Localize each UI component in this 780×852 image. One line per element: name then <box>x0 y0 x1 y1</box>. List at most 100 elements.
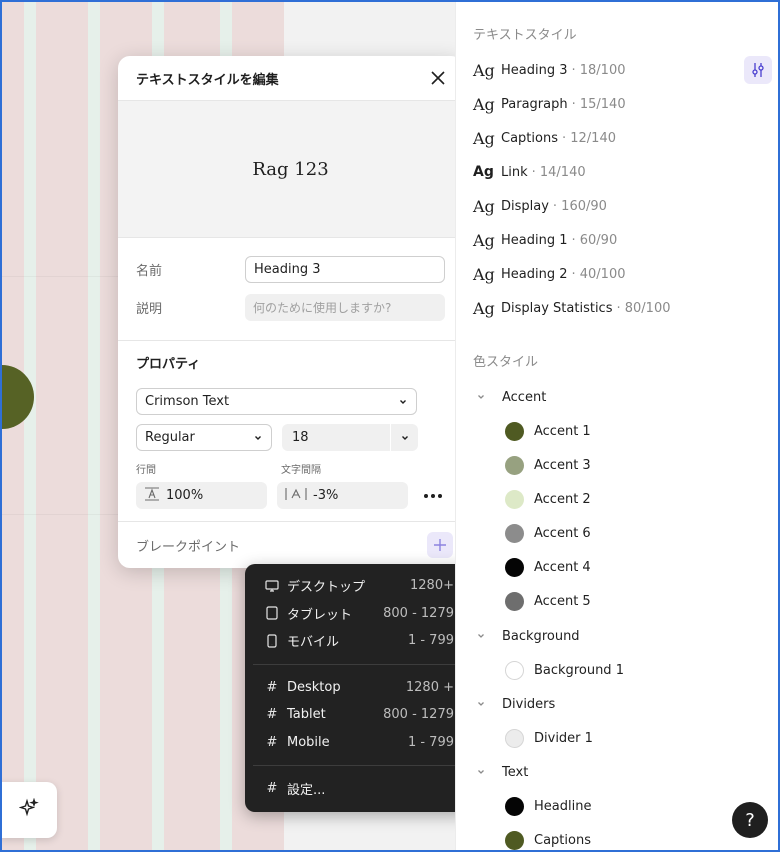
menu-item-mobile-device[interactable]: モバイル 1 - 799 <box>245 627 472 655</box>
text-style-item[interactable]: Ag Heading 2 · 40/100 <box>473 257 626 291</box>
name-field[interactable]: Heading 3 <box>245 256 445 283</box>
font-size-dropdown-button[interactable] <box>390 424 418 451</box>
color-style-item[interactable]: Accent 6 <box>505 521 591 545</box>
menu-separator <box>253 663 464 665</box>
color-style-item[interactable]: Captions <box>505 828 591 852</box>
chevron-down-icon <box>255 435 261 440</box>
color-swatch <box>505 455 524 475</box>
color-swatch <box>505 660 524 680</box>
type-sample-icon: Ag <box>473 94 495 114</box>
text-style-spec: · 12/140 <box>561 130 616 146</box>
text-style-item[interactable]: Ag Heading 1 · 60/90 <box>473 223 617 257</box>
breakpoints-row: ブレークポイント <box>118 522 463 568</box>
breakpoints-label: ブレークポイント <box>136 539 241 555</box>
styles-panel: テキストスタイル Ag Heading 3 · 18/100 Ag Paragr… <box>455 0 780 852</box>
text-style-name: Heading 1 <box>501 232 568 248</box>
menu-item-range: 800 - 1279 <box>383 707 454 723</box>
text-styles-title: テキストスタイル <box>473 28 577 43</box>
color-swatch <box>505 489 524 509</box>
properties-section: プロパティ Crimson Text Regular 18 行間 文字間隔 10… <box>118 341 463 522</box>
color-group-label: Dividers <box>502 696 556 712</box>
more-dot <box>437 493 442 498</box>
description-field[interactable]: 何のために使用しますか? <box>245 294 445 321</box>
color-group-background[interactable]: Background <box>476 624 580 648</box>
font-weight-select[interactable]: Regular <box>136 424 272 451</box>
text-style-item[interactable]: Ag Heading 3 · 18/100 <box>473 53 626 87</box>
menu-item-label: デスクトップ <box>287 580 366 596</box>
menu-item-tablet-custom[interactable]: # Tablet 800 - 1279 <box>245 701 472 729</box>
font-family-select[interactable]: Crimson Text <box>136 388 417 415</box>
style-settings-button[interactable] <box>744 56 772 84</box>
font-family-value: Crimson Text <box>145 394 230 409</box>
type-sample-icon: Ag <box>473 196 495 216</box>
letter-spacing-field[interactable]: -3% <box>277 482 409 509</box>
color-group-dividers[interactable]: Dividers <box>476 692 555 716</box>
color-group-text[interactable]: Text <box>476 760 528 784</box>
menu-item-range: 1 - 799 <box>407 734 454 750</box>
chevron-down-icon <box>476 631 490 641</box>
color-style-item[interactable]: Divider 1 <box>505 726 593 750</box>
grid-column <box>36 0 88 852</box>
color-style-item[interactable]: Accent 1 <box>505 419 591 443</box>
close-button[interactable] <box>429 69 447 87</box>
text-style-name: Heading 2 <box>501 266 568 282</box>
letter-spacing-icon <box>285 486 307 505</box>
color-group-label: Background <box>502 628 580 644</box>
text-style-item[interactable]: Ag Captions · 12/140 <box>473 121 616 155</box>
help-button[interactable]: ? <box>732 802 768 838</box>
type-sample-icon: Ag <box>473 128 495 148</box>
color-styles-title: 色スタイル <box>473 355 539 370</box>
text-style-spec: · 60/90 <box>571 232 618 248</box>
color-style-name: Captions <box>534 832 591 848</box>
plus-icon <box>434 539 446 551</box>
color-style-item[interactable]: Headline <box>505 794 591 818</box>
color-style-name: Accent 1 <box>534 423 591 439</box>
color-style-name: Accent 3 <box>534 457 591 473</box>
line-height-field[interactable]: 100% <box>136 482 268 509</box>
color-group-label: Accent <box>502 389 547 405</box>
font-weight-value: Regular <box>145 430 195 445</box>
color-style-item[interactable]: Accent 5 <box>505 589 591 613</box>
color-style-item[interactable]: Accent 2 <box>505 487 591 511</box>
menu-item-tablet-device[interactable]: タブレット 800 - 1279 <box>245 600 472 628</box>
breakpoint-menu: デスクトップ 1280+ タブレット 800 - 1279 モバイル 1 - 7… <box>245 564 472 812</box>
more-options-button[interactable] <box>420 482 445 509</box>
text-style-item[interactable]: Ag Link · 14/140 <box>473 155 586 189</box>
color-style-name: Background 1 <box>534 662 624 678</box>
mobile-icon <box>265 634 279 648</box>
hash-icon: # <box>266 734 278 750</box>
color-swatch <box>505 796 524 816</box>
ai-sparkle-button[interactable] <box>0 782 57 838</box>
text-style-item[interactable]: Ag Display · 160/90 <box>473 189 607 223</box>
text-style-item[interactable]: Ag Paragraph · 15/140 <box>473 87 626 121</box>
sliders-icon <box>752 63 764 77</box>
text-style-spec: · 15/140 <box>571 96 626 112</box>
font-size-value: 18 <box>292 430 309 445</box>
menu-item-desktop-custom[interactable]: # Desktop 1280 + <box>245 674 472 702</box>
menu-item-desktop-device[interactable]: デスクトップ 1280+ <box>245 572 472 600</box>
preview-text: Rag 123 <box>252 158 329 180</box>
type-sample-icon: Ag <box>473 60 495 80</box>
menu-item-label: モバイル <box>287 635 340 651</box>
text-style-item[interactable]: Ag Display Statistics · 80/100 <box>473 291 670 325</box>
font-size-field[interactable]: 18 <box>282 424 418 451</box>
menu-separator <box>253 765 464 766</box>
line-height-label: 行間 <box>136 465 156 476</box>
line-height-icon <box>144 486 160 505</box>
text-style-spec: · 40/100 <box>571 266 626 282</box>
add-breakpoint-button[interactable] <box>427 532 453 558</box>
color-style-item[interactable]: Background 1 <box>505 658 624 682</box>
color-swatch <box>505 557 524 577</box>
text-style-name: Heading 3 <box>501 62 568 78</box>
more-dot <box>430 493 435 498</box>
menu-item-mobile-custom[interactable]: # Mobile 1 - 799 <box>245 729 472 757</box>
dialog-header: テキストスタイルを編集 <box>118 56 463 101</box>
color-group-accent[interactable]: Accent <box>476 385 546 409</box>
text-style-name: Link <box>501 164 528 180</box>
color-style-item[interactable]: Accent 3 <box>505 453 591 477</box>
color-style-item[interactable]: Accent 4 <box>505 555 591 579</box>
text-style-spec: · 80/100 <box>616 300 671 316</box>
menu-item-settings[interactable]: # 設定... <box>245 775 472 803</box>
text-style-spec: · 160/90 <box>552 198 607 214</box>
name-label: 名前 <box>136 264 163 279</box>
